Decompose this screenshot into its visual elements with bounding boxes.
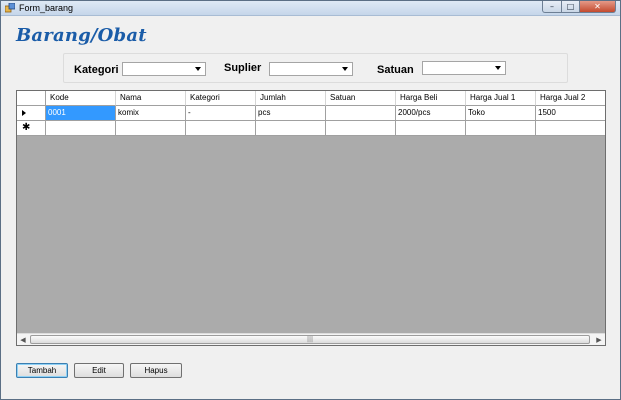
tambah-button[interactable]: Tambah: [16, 363, 68, 378]
column-header-kategori[interactable]: Kategori: [186, 91, 256, 106]
suplier-label: Suplier: [224, 62, 262, 74]
filter-panel: Kategori Suplier Satuan: [63, 53, 568, 83]
row-header-current[interactable]: [17, 106, 46, 121]
column-header-jumlah[interactable]: Jumlah: [256, 91, 326, 106]
form-barang-window: Form_barang – □ ✕ Barang/Obat Kategori S…: [0, 0, 621, 400]
row-header-new[interactable]: ✱: [17, 121, 46, 136]
window-title: Form_barang: [19, 3, 74, 13]
new-cell-kategori[interactable]: [186, 121, 256, 136]
suplier-dropdown[interactable]: [269, 62, 353, 76]
title-bar[interactable]: Form_barang – □ ✕: [1, 1, 620, 16]
new-cell-harga-jual-1[interactable]: [466, 121, 536, 136]
scroll-right-icon[interactable]: ▶: [593, 334, 605, 345]
grip-icon: |||: [306, 336, 314, 343]
column-header-nama[interactable]: Nama: [116, 91, 186, 106]
horizontal-scrollbar[interactable]: ◀ ||| ▶: [17, 333, 605, 345]
chevron-down-icon: [495, 66, 501, 70]
cell-harga-beli[interactable]: 2000/pcs: [396, 106, 466, 121]
new-cell-nama[interactable]: [116, 121, 186, 136]
chevron-down-icon: [195, 67, 201, 71]
new-row[interactable]: ✱: [17, 121, 605, 136]
new-cell-harga-jual-2[interactable]: [536, 121, 605, 136]
cell-satuan[interactable]: [326, 106, 396, 121]
scroll-left-icon[interactable]: ◀: [17, 334, 29, 345]
satuan-label: Satuan: [377, 64, 414, 76]
grid-corner-cell[interactable]: [17, 91, 46, 106]
kategori-label: Kategori: [74, 64, 119, 76]
page-title: Barang/Obat: [16, 25, 147, 46]
chevron-down-icon: [342, 67, 348, 71]
cell-nama[interactable]: komix: [116, 106, 186, 121]
satuan-dropdown[interactable]: [422, 61, 506, 75]
column-header-harga-beli[interactable]: Harga Beli: [396, 91, 466, 106]
cell-kode[interactable]: 0001: [46, 106, 116, 121]
new-cell-jumlah[interactable]: [256, 121, 326, 136]
table-row[interactable]: 0001 komix - pcs 2000/pcs Toko 1500: [17, 106, 605, 121]
cell-jumlah[interactable]: pcs: [256, 106, 326, 121]
minimize-button[interactable]: –: [542, 1, 562, 13]
new-row-asterisk-icon: ✱: [22, 122, 31, 133]
column-header-harga-jual-2[interactable]: Harga Jual 2: [536, 91, 605, 106]
barang-data-grid[interactable]: Kode Nama Kategori Jumlah Satuan Harga B…: [16, 90, 606, 346]
app-icon: [5, 3, 15, 13]
cell-kategori[interactable]: -: [186, 106, 256, 121]
close-button[interactable]: ✕: [580, 1, 616, 13]
kategori-dropdown[interactable]: [122, 62, 206, 76]
edit-button[interactable]: Edit: [74, 363, 124, 378]
column-header-satuan[interactable]: Satuan: [326, 91, 396, 106]
cell-harga-jual-1[interactable]: Toko: [466, 106, 536, 121]
hapus-button[interactable]: Hapus: [130, 363, 182, 378]
current-row-arrow-icon: [22, 110, 26, 116]
column-header-harga-jual-1[interactable]: Harga Jual 1: [466, 91, 536, 106]
scroll-thumb[interactable]: |||: [30, 335, 590, 344]
grid-header-row: Kode Nama Kategori Jumlah Satuan Harga B…: [17, 91, 605, 106]
column-header-kode[interactable]: Kode: [46, 91, 116, 106]
cell-harga-jual-2[interactable]: 1500: [536, 106, 605, 121]
new-cell-kode[interactable]: [46, 121, 116, 136]
maximize-button[interactable]: □: [562, 1, 580, 13]
new-cell-harga-beli[interactable]: [396, 121, 466, 136]
new-cell-satuan[interactable]: [326, 121, 396, 136]
